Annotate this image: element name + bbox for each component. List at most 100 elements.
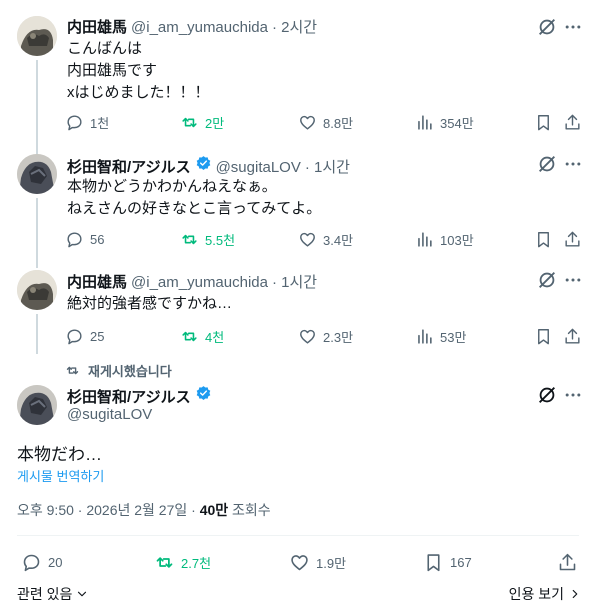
author-handle[interactable]: @sugitaLOV xyxy=(67,406,152,423)
reply-button[interactable]: 25 xyxy=(65,324,104,348)
translate-link[interactable]: 게시물 번역하기 xyxy=(17,466,104,485)
repost-count: 2.7천 xyxy=(181,555,212,571)
heart-icon xyxy=(300,232,315,247)
thread-line xyxy=(36,198,38,268)
bookmark-icon xyxy=(538,231,549,247)
post-time[interactable]: · 1시간 xyxy=(305,156,350,177)
avatar[interactable] xyxy=(17,385,57,425)
post-time[interactable]: · 1시간 xyxy=(272,271,317,292)
bookmark-button[interactable] xyxy=(534,110,553,134)
main-action-bar: 20 2.7천 1.9만 167 xyxy=(17,550,583,574)
bookmark-icon xyxy=(538,114,549,130)
thread-line xyxy=(36,314,38,354)
grok-icon[interactable] xyxy=(536,384,558,406)
repost-icon xyxy=(156,556,173,568)
grok-icon[interactable] xyxy=(536,153,558,175)
repost-note: 재게시했습니다 xyxy=(65,361,172,380)
bookmark-icon xyxy=(427,553,440,571)
author-handle[interactable]: @i_am_yumauchida xyxy=(131,19,268,36)
reply-icon xyxy=(23,554,40,571)
repost-note-label: 재게시했습니다 xyxy=(88,364,172,379)
share-icon xyxy=(565,328,580,344)
reply-button[interactable]: 1천 xyxy=(65,110,109,134)
share-button[interactable] xyxy=(563,324,582,348)
reply-button[interactable]: 20 xyxy=(21,550,62,574)
like-button[interactable]: 3.4만 xyxy=(298,227,353,251)
share-button[interactable] xyxy=(563,110,582,134)
more-icon[interactable] xyxy=(562,16,584,38)
post-timestamp[interactable]: 오후 9:50 · 2026년 2월 27일 · xyxy=(17,502,200,518)
reply-count: 25 xyxy=(90,328,105,344)
repost-icon xyxy=(182,117,197,127)
verified-badge-icon[interactable] xyxy=(195,155,212,172)
views-chart-icon xyxy=(418,328,432,344)
reply-icon xyxy=(67,114,82,130)
heart-icon xyxy=(300,115,315,130)
like-button[interactable]: 1.9만 xyxy=(289,550,346,574)
author-name[interactable]: 内田雄馬 xyxy=(67,16,127,37)
quotes-label: 인용 보기 xyxy=(508,586,564,602)
views-button[interactable]: 354만 xyxy=(415,110,474,134)
post-time[interactable]: · 2시간 xyxy=(272,16,317,37)
grok-icon[interactable] xyxy=(536,16,558,38)
share-button[interactable] xyxy=(563,227,582,251)
avatar[interactable] xyxy=(17,16,57,56)
views-count: 53만 xyxy=(440,329,467,345)
more-icon[interactable] xyxy=(562,269,584,291)
repost-icon xyxy=(182,234,197,244)
reply-icon xyxy=(67,328,82,344)
author-name[interactable]: 杉田智和/アジルス xyxy=(67,386,191,407)
reply-icon xyxy=(67,231,82,247)
like-count: 1.9만 xyxy=(316,555,347,571)
main-tweet-text: 本物だわ… xyxy=(17,445,102,464)
repost-icon xyxy=(66,366,79,375)
bookmark-button[interactable] xyxy=(534,227,553,251)
like-button[interactable]: 2.3만 xyxy=(298,324,353,348)
views-button[interactable]: 103만 xyxy=(415,227,474,251)
reply-count: 56 xyxy=(90,231,105,247)
repost-count: 4천 xyxy=(205,329,225,345)
heart-icon xyxy=(300,329,315,344)
like-button[interactable]: 8.8만 xyxy=(298,110,353,134)
repost-button[interactable]: 2만 xyxy=(180,110,224,134)
avatar[interactable] xyxy=(17,270,57,310)
chevron-down-icon xyxy=(78,591,87,597)
views-button[interactable]: 53만 xyxy=(415,324,466,348)
bookmark-button[interactable] xyxy=(534,324,553,348)
repost-button[interactable]: 5.5천 xyxy=(180,227,235,251)
thread-line xyxy=(36,60,38,156)
reply-count: 1천 xyxy=(90,115,110,131)
author-handle[interactable]: @sugitaLOV xyxy=(216,159,301,176)
views-chart-icon xyxy=(418,114,432,130)
related-sort-dropdown[interactable]: 관련 있음 xyxy=(17,584,89,604)
grok-icon[interactable] xyxy=(536,269,558,291)
verified-badge-icon[interactable] xyxy=(195,385,212,402)
post-metadata: 오후 9:50 · 2026년 2월 27일 · 40만 조회수 xyxy=(17,500,271,520)
author-name[interactable]: 内田雄馬 xyxy=(67,271,127,292)
share-icon xyxy=(565,114,580,130)
more-icon[interactable] xyxy=(562,384,584,406)
like-count: 8.8만 xyxy=(323,115,354,131)
related-label: 관련 있음 xyxy=(17,586,73,602)
bookmark-icon xyxy=(538,328,549,344)
more-icon[interactable] xyxy=(562,153,584,175)
like-count: 2.3만 xyxy=(323,329,354,345)
avatar[interactable] xyxy=(17,154,57,194)
like-count: 3.4만 xyxy=(323,232,354,248)
tweet-text: 本物かどうかわかんねえなぁ。 ねえさんの好きなとこ言ってみてよ。 xyxy=(67,178,322,217)
share-icon xyxy=(565,231,580,247)
repost-button[interactable]: 2.7천 xyxy=(154,550,211,574)
author-name[interactable]: 杉田智和/アジルス xyxy=(67,156,191,177)
view-quotes-link[interactable]: 인용 보기 xyxy=(509,584,582,604)
repost-button[interactable]: 4천 xyxy=(180,324,224,348)
share-icon xyxy=(559,553,576,570)
reply-button[interactable]: 56 xyxy=(65,227,104,251)
bookmark-count: 167 xyxy=(450,554,472,570)
repost-icon xyxy=(182,331,197,341)
repost-count: 5.5천 xyxy=(205,232,236,248)
views-label: 조회수 xyxy=(228,502,271,518)
bookmark-button[interactable]: 167 xyxy=(423,550,472,574)
views-chart-icon xyxy=(418,231,432,247)
share-button[interactable] xyxy=(557,550,578,574)
author-handle[interactable]: @i_am_yumauchida xyxy=(131,274,268,291)
